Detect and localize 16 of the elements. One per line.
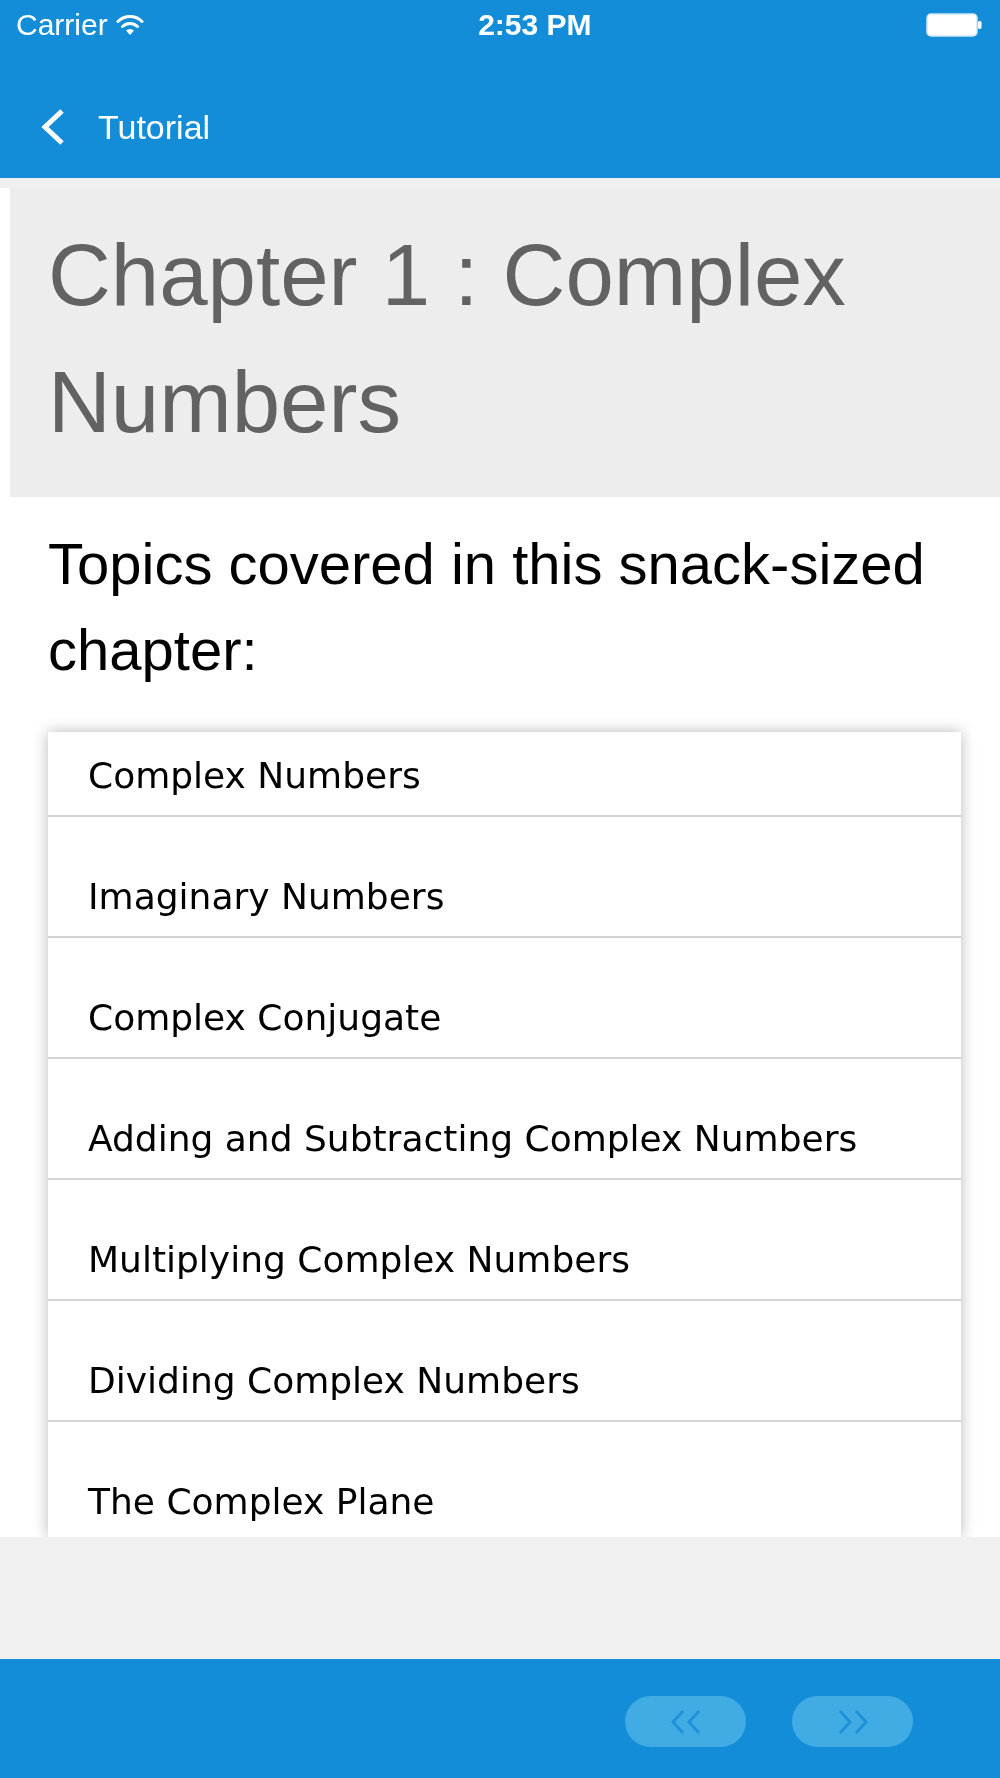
topic-list-item[interactable]: Multiplying Complex Numbers: [48, 1180, 961, 1301]
topic-list-item[interactable]: Adding and Subtracting Complex Numbers: [48, 1059, 961, 1180]
previous-button[interactable]: [625, 1696, 746, 1747]
wifi-icon: [115, 14, 144, 36]
next-button[interactable]: [792, 1696, 913, 1747]
double-chevron-left-icon: [668, 1708, 703, 1735]
chapter-intro: Topics covered in this snack-sized chapter:: [47, 530, 926, 684]
battery-icon: [926, 13, 982, 37]
topic-list-item[interactable]: Imaginary Numbers: [48, 817, 961, 938]
topic-list-item[interactable]: Complex Conjugate: [48, 938, 961, 1059]
back-button[interactable]: Tutorial: [38, 101, 211, 153]
carrier-label: Carrier: [16, 10, 108, 40]
chapter-title: Chapter 1 : Complex Numbers: [48, 225, 847, 452]
topic-list-item[interactable]: Dividing Complex Numbers: [48, 1301, 961, 1422]
status-time: 2:53 PM: [478, 10, 592, 40]
topic-list-item[interactable]: Complex Numbers: [48, 732, 961, 817]
